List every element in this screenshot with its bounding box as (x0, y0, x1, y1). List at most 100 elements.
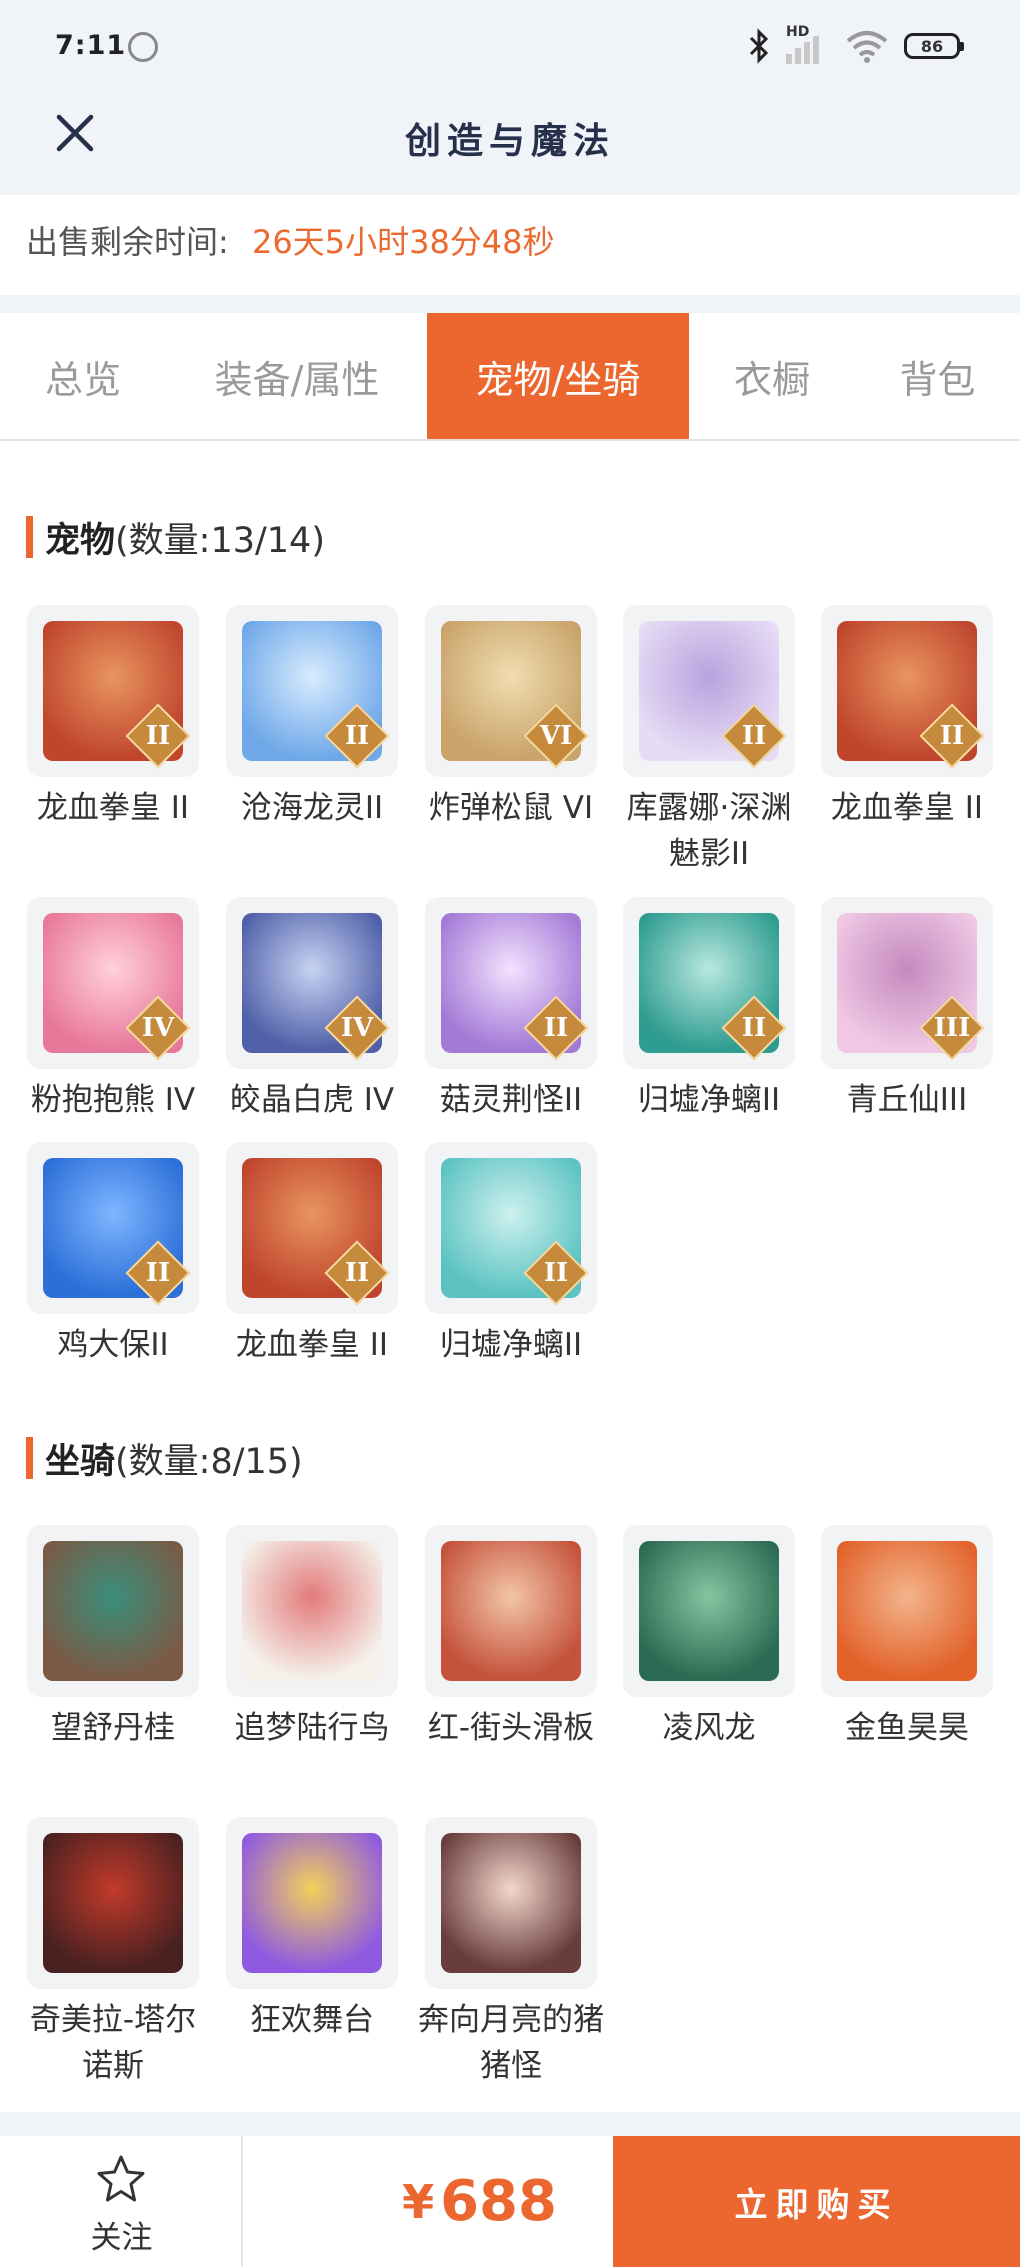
mount-image (43, 1833, 183, 1973)
pet-item[interactable]: VI 炸弹松鼠 VI (411, 605, 611, 831)
grade-badge-text: II (741, 1013, 767, 1043)
mount-name: 红-街头滑板 (427, 1710, 595, 1746)
pet-name: 库露娜·深渊魅影II (626, 790, 792, 872)
status-icons: HD 86 (748, 24, 964, 68)
grade-badge-text: II (145, 1258, 171, 1288)
mount-item[interactable]: 红-街头滑板 (411, 1525, 611, 1751)
follow-label: 关注 (90, 2220, 153, 2256)
pet-item[interactable]: II 龙血拳皇 II (212, 1142, 412, 1368)
pet-thumbnail: VI (425, 605, 597, 777)
pet-name: 皎晶白虎 IV (229, 1082, 395, 1118)
pet-thumbnail: IV (226, 897, 398, 1069)
app-header: 创造与魔法 (0, 90, 1020, 195)
wifi-icon (846, 31, 888, 63)
app-notification-icon (128, 32, 158, 62)
mount-name: 奇美拉-塔尔诺斯 (29, 2002, 197, 2084)
status-time: 7:11 (55, 30, 127, 61)
sale-time-label: 出售剩余时间: (26, 223, 229, 261)
pet-item[interactable]: II 龙血拳皇 II (13, 605, 213, 831)
price-value: 688 (440, 2169, 557, 2234)
mount-name: 狂欢舞台 (250, 2002, 374, 2038)
mount-image (441, 1541, 581, 1681)
pet-thumbnail: II (623, 605, 795, 777)
pet-item[interactable]: III 青丘仙III (807, 897, 1007, 1123)
star-icon (97, 2155, 145, 2202)
mount-item[interactable]: 狂欢舞台 (212, 1817, 412, 2043)
mount-image (242, 1541, 382, 1681)
mount-item[interactable]: 望舒丹桂 (13, 1525, 213, 1751)
tab-equipment[interactable]: 装备/属性 (166, 313, 428, 439)
tab-pets-mounts[interactable]: 宠物/坐骑 (427, 313, 689, 439)
pet-item[interactable]: IV 皎晶白虎 IV (212, 897, 412, 1123)
grade-badge-text: II (741, 721, 767, 751)
mount-name: 凌风龙 (662, 1710, 756, 1746)
pet-item[interactable]: II 库露娜·深渊魅影II (609, 605, 809, 877)
sale-time-value: 26天5小时38分48秒 (252, 223, 555, 261)
grade-badge-text: III (933, 1013, 971, 1043)
grade-badge-text: II (145, 721, 171, 751)
pet-item[interactable]: II 归墟净螭II (411, 1142, 611, 1368)
follow-button[interactable]: 关注 (0, 2136, 243, 2267)
grade-badge-text: II (543, 1258, 569, 1288)
grade-badge-text: II (344, 721, 370, 751)
pets-title: 宠物 (45, 520, 116, 561)
pet-thumbnail: II (27, 605, 199, 777)
divider (0, 295, 1020, 313)
pet-name: 沧海龙灵II (240, 790, 384, 826)
mount-image (441, 1833, 581, 1973)
pet-name: 炸弹松鼠 VI (428, 790, 594, 826)
mounts-title: 坐骑 (45, 1441, 116, 1482)
pet-thumbnail: II (425, 897, 597, 1069)
tab-backpack[interactable]: 背包 (855, 313, 1020, 439)
pet-item[interactable]: II 归墟净螭II (609, 897, 809, 1123)
pet-item[interactable]: IV 粉抱抱熊 IV (13, 897, 213, 1123)
battery-icon: 86 (904, 33, 964, 59)
pet-thumbnail: II (226, 605, 398, 777)
mount-image (837, 1541, 977, 1681)
mount-item[interactable]: 追梦陆行鸟 (212, 1525, 412, 1751)
pet-item[interactable]: II 菇灵荆怪II (411, 897, 611, 1123)
pet-name: 粉抱抱熊 IV (30, 1082, 196, 1118)
pet-thumbnail: III (821, 897, 993, 1069)
pet-thumbnail: II (226, 1142, 398, 1314)
bottom-action-bar: 关注 ¥ 688 立即购买 (0, 2136, 1020, 2267)
mount-thumbnail (623, 1525, 795, 1697)
status-bar: 7:11 HD 86 (0, 0, 1020, 90)
tab-bar: 总览 装备/属性 宠物/坐骑 衣橱 背包 (0, 313, 1020, 441)
mount-image (639, 1541, 779, 1681)
bluetooth-icon (749, 28, 769, 64)
signal-icon: HD (786, 24, 830, 64)
mount-name: 望舒丹桂 (51, 1710, 175, 1746)
grade-badge-text: IV (141, 1013, 175, 1043)
pets-section-title: 宠物 (数量:13/14) (26, 512, 325, 562)
mount-image (43, 1541, 183, 1681)
grade-badge-text: II (939, 721, 965, 751)
tab-wardrobe[interactable]: 衣橱 (689, 313, 855, 439)
pet-name: 青丘仙III (846, 1082, 968, 1118)
mounts-section-title: 坐骑 (数量:8/15) (26, 1433, 303, 1483)
mount-item[interactable]: 奇美拉-塔尔诺斯 (13, 1817, 213, 2089)
section-marker (26, 516, 33, 558)
pet-name: 龙血拳皇 II (235, 1327, 389, 1363)
mount-name: 追梦陆行鸟 (234, 1710, 390, 1746)
mount-image (242, 1833, 382, 1973)
grade-badge-text: IV (340, 1013, 374, 1043)
pet-item[interactable]: II 龙血拳皇 II (807, 605, 1007, 831)
mounts-count: (数量:8/15) (115, 1441, 303, 1482)
mount-thumbnail (27, 1817, 199, 1989)
section-marker (26, 1437, 33, 1479)
mount-thumbnail (226, 1525, 398, 1697)
mount-item[interactable]: 金鱼昊昊 (807, 1525, 1007, 1751)
pet-item[interactable]: II 沧海龙灵II (212, 605, 412, 831)
buy-now-button[interactable]: 立即购买 (613, 2136, 1020, 2267)
pet-item[interactable]: II 鸡大保II (13, 1142, 213, 1368)
pet-name: 归墟净螭II (637, 1082, 781, 1118)
mount-item[interactable]: 凌风龙 (609, 1525, 809, 1751)
sale-time-bar: 出售剩余时间: 26天5小时38分48秒 (0, 195, 1020, 295)
pets-count: (数量:13/14) (115, 520, 325, 561)
pet-name: 龙血拳皇 II (830, 790, 984, 826)
mount-thumbnail (226, 1817, 398, 1989)
tab-overview[interactable]: 总览 (0, 313, 166, 439)
mount-item[interactable]: 奔向月亮的猪猪怪 (411, 1817, 611, 2089)
mount-name: 金鱼昊昊 (845, 1710, 969, 1746)
